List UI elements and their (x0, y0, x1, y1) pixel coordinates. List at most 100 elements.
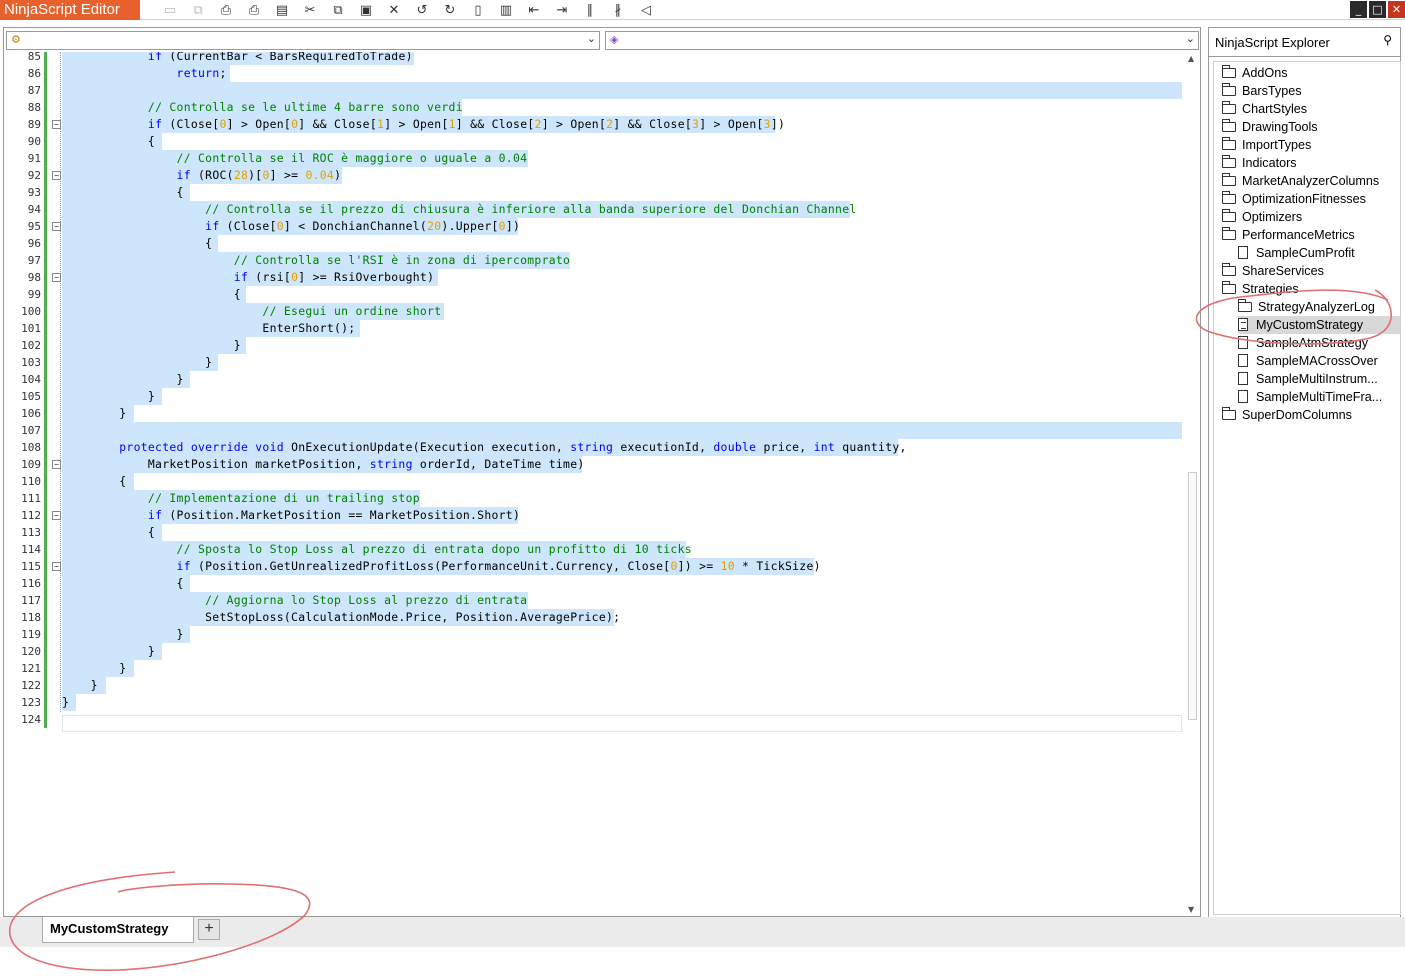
code-area[interactable]: 85 86 87 88 89 90 91 92 93 94 95 96 97 98 99 100 101 102 1… (4, 52, 1184, 916)
code-line[interactable]: { (62, 524, 162, 541)
cut-icon[interactable]: ✂ (296, 0, 324, 20)
code-line[interactable]: } (62, 388, 162, 405)
code-line[interactable]: // Sposta lo Stop Loss al prezzo di entr… (62, 541, 692, 558)
code-line[interactable]: // Controlla se l'RSI è in zona di iperc… (62, 252, 570, 269)
code-line[interactable]: } (62, 337, 246, 354)
paste-icon[interactable]: ▣ (352, 0, 380, 20)
maximize-icon[interactable]: □ (1369, 1, 1386, 18)
fold-toggle-icon[interactable]: − (52, 511, 61, 520)
tree-item-chartstyles[interactable]: ChartStyles (1222, 100, 1400, 118)
comment-icon[interactable]: ∥ (576, 0, 604, 20)
code-line[interactable]: if (Close[0] > Open[0] && Close[1] > Ope… (62, 116, 785, 133)
fold-toggle-icon[interactable]: − (52, 222, 61, 231)
code-line[interactable]: // Aggiorna lo Stop Loss al prezzo di en… (62, 592, 528, 609)
tree-item-shareservices[interactable]: ShareServices (1222, 262, 1400, 280)
code-line[interactable]: } (62, 626, 190, 643)
scrollbar-thumb[interactable] (1188, 472, 1197, 720)
fold-toggle-icon[interactable]: − (52, 273, 61, 282)
pin-icon[interactable]: ⚲ (1383, 33, 1392, 47)
code-line[interactable]: if (rsi[0] >= RsiOverbought) (62, 269, 438, 286)
code-line[interactable]: { (62, 575, 190, 592)
fold-toggle-icon[interactable]: − (52, 171, 61, 180)
find-icon[interactable]: ▯ (464, 0, 492, 20)
code-line[interactable]: if (ROC(28)[0] >= 0.04) (62, 167, 342, 184)
code-line[interactable]: if (Position.GetUnrealizedProfitLoss(Per… (62, 558, 820, 575)
tab-mycustomstrategy[interactable]: MyCustomStrategy (42, 917, 194, 943)
code-line[interactable]: { (62, 235, 218, 252)
tree-item-superdomcolumns[interactable]: SuperDomColumns (1222, 406, 1400, 424)
minimize-icon[interactable]: _ (1350, 1, 1367, 18)
scroll-down-icon[interactable]: ▼ (1188, 905, 1194, 914)
tree-item-strategyanalyzerlog[interactable]: StrategyAnalyzerLog (1238, 298, 1400, 316)
tree-item-indicators[interactable]: Indicators (1222, 154, 1400, 172)
code-line[interactable]: if (Position.MarketPosition == MarketPos… (62, 507, 520, 524)
undo-icon[interactable]: ↺ (408, 0, 436, 20)
uncomment-icon[interactable]: ∦ (604, 0, 632, 20)
code-line[interactable]: protected override void OnExecutionUpdat… (62, 439, 906, 456)
tree-item-optimizers[interactable]: Optimizers (1222, 208, 1400, 226)
close-icon[interactable]: ✕ (1388, 1, 1405, 18)
code-line[interactable]: return; (62, 65, 230, 82)
code-line[interactable]: // Controlla se il ROC è maggiore o ugua… (62, 150, 528, 167)
add-tab-button[interactable]: + (198, 919, 220, 940)
code-line[interactable]: } (62, 677, 106, 694)
code-line[interactable]: { (62, 133, 162, 150)
tree-item-strategies[interactable]: Strategies (1222, 280, 1400, 298)
tree-item-samplemacrossover[interactable]: SampleMACrossOver (1238, 352, 1400, 370)
code-line[interactable]: } (62, 354, 218, 371)
tree-item-drawingtools[interactable]: DrawingTools (1222, 118, 1400, 136)
code-line[interactable]: } (62, 660, 134, 677)
code-line[interactable]: { (62, 286, 246, 303)
save-all-icon[interactable]: ⧉ (184, 0, 212, 20)
code-line[interactable]: if (Close[0] < DonchianChannel(20).Upper… (62, 218, 520, 235)
save-icon[interactable]: ▭ (156, 0, 184, 20)
code-line[interactable]: } (62, 643, 162, 660)
code-line[interactable]: { (62, 473, 134, 490)
code-line[interactable] (62, 422, 1182, 439)
fold-toggle-icon[interactable]: − (52, 460, 61, 469)
tree-item-performancemetrics[interactable]: PerformanceMetrics (1222, 226, 1400, 244)
code-line[interactable]: } (62, 694, 76, 711)
vertical-scrollbar[interactable]: ▲ ▼ (1185, 52, 1200, 916)
fold-toggle-icon[interactable]: − (52, 120, 61, 129)
tree-item-sampleatmstrategy[interactable]: SampleAtmStrategy (1238, 334, 1400, 352)
tree-item-barstypes[interactable]: BarsTypes (1222, 82, 1400, 100)
code-line[interactable]: // Esegui un ordine short (62, 303, 444, 320)
tree-item-optimizationfitnesses[interactable]: OptimizationFitnesses (1222, 190, 1400, 208)
delete-icon[interactable]: ✕ (380, 0, 408, 20)
visual-studio-icon[interactable]: ◁ (632, 0, 660, 20)
class-dropdown[interactable]: ⚙ ⌄ (6, 31, 600, 50)
tree-item-mycustomstrategy[interactable]: MyCustomStrategy (1238, 316, 1400, 334)
code-line[interactable]: if (CurrentBar < BarsRequiredToTrade) (62, 52, 414, 65)
code-line[interactable]: MarketPosition marketPosition, string or… (62, 456, 584, 473)
app-title[interactable]: NinjaScript Editor (0, 0, 140, 20)
scroll-up-icon[interactable]: ▲ (1188, 54, 1194, 63)
compile-icon[interactable]: ▥ (492, 0, 520, 20)
copy-icon[interactable]: ⧉ (324, 0, 352, 20)
code-line[interactable]: // Controlla se il prezzo di chiusura è … (62, 201, 856, 218)
tree-item-importtypes[interactable]: ImportTypes (1222, 136, 1400, 154)
tree-item-marketanalyzercolumns[interactable]: MarketAnalyzerColumns (1222, 172, 1400, 190)
code-line[interactable] (62, 82, 1182, 99)
code-line[interactable]: SetStopLoss(CalculationMode.Price, Posit… (62, 609, 620, 626)
redo-icon[interactable]: ↻ (436, 0, 464, 20)
code-line[interactable]: } (62, 405, 134, 422)
code-line[interactable]: EnterShort(); (62, 320, 360, 337)
print-icon[interactable]: ⎙ (212, 0, 240, 20)
tree-item-samplecumprofit[interactable]: SampleCumProfit (1238, 244, 1400, 262)
indent-icon[interactable]: ⇥ (548, 0, 576, 20)
fold-toggle-icon[interactable]: − (52, 562, 61, 571)
code-line[interactable]: // Controlla se le ultime 4 barre sono v… (62, 99, 463, 116)
code-line[interactable]: } (62, 371, 190, 388)
tree-item-samplemultiinstrum[interactable]: SampleMultiInstrum... (1238, 370, 1400, 388)
code-line[interactable]: // Implementazione di un trailing stop (62, 490, 420, 507)
folder-icon (1222, 263, 1236, 276)
line-number: 87 (27, 84, 41, 97)
print-preview-icon[interactable]: ⎙ (240, 0, 268, 20)
member-dropdown[interactable]: ◈ ⌄ (605, 31, 1199, 50)
outdent-icon[interactable]: ⇤ (520, 0, 548, 20)
properties-icon[interactable]: ▤ (268, 0, 296, 20)
code-line[interactable]: { (62, 184, 190, 201)
tree-item-samplemultitimefra[interactable]: SampleMultiTimeFra... (1238, 388, 1400, 406)
tree-item-addons[interactable]: AddOns (1222, 64, 1400, 82)
